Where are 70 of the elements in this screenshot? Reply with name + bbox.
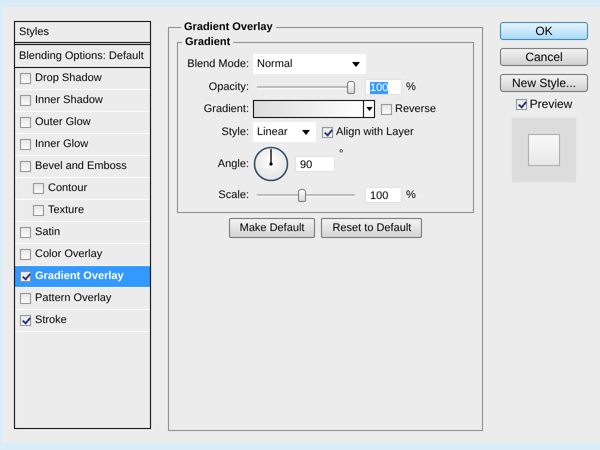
angle-dial[interactable]	[253, 146, 289, 182]
reset-default-button[interactable]: Reset to Default	[321, 218, 422, 238]
style-label: Inner Glow	[35, 137, 88, 152]
gradient-picker[interactable]	[253, 100, 375, 118]
align-checkbox[interactable]	[322, 126, 333, 138]
style-item[interactable]: Stroke	[15, 310, 150, 332]
style-label: Color Overlay	[35, 247, 102, 262]
style-item[interactable]: Satin	[15, 222, 150, 244]
style-dropdown[interactable]: Linear	[253, 122, 316, 142]
style-label: Texture	[48, 203, 84, 218]
caret-icon	[366, 107, 372, 111]
field-label: Opacity:	[208, 81, 250, 93]
style-label: Inner Shadow	[35, 93, 103, 108]
checkbox[interactable]	[20, 117, 31, 128]
checkbox-label: Align with Layer	[336, 126, 414, 138]
checkbox[interactable]	[20, 95, 31, 106]
style-label: Gradient Overlay	[35, 269, 124, 284]
slider-thumb[interactable]	[347, 80, 355, 94]
reverse-checkbox[interactable]	[381, 104, 392, 114]
styles-header: Styles	[15, 22, 150, 45]
preview-checkbox[interactable]	[516, 98, 527, 110]
checkbox[interactable]	[20, 161, 31, 172]
style-item[interactable]: Inner Glow	[15, 134, 150, 156]
caret-icon	[352, 62, 360, 66]
style-label: Contour	[48, 181, 88, 196]
style-item[interactable]: Contour	[15, 178, 150, 200]
field-label: Style:	[220, 126, 250, 138]
unit-label: °	[339, 148, 344, 160]
checkbox[interactable]	[20, 315, 31, 326]
field-label: Angle:	[216, 158, 250, 170]
field-label: Blend Mode:	[186, 58, 250, 70]
style-preview	[511, 117, 577, 183]
blend-mode-dropdown[interactable]: Normal	[253, 54, 366, 74]
style-item[interactable]: Outer Glow	[15, 112, 150, 134]
checkbox[interactable]	[20, 271, 31, 282]
checkbox[interactable]	[33, 183, 44, 194]
checkbox[interactable]	[20, 139, 31, 150]
checkbox-label: Preview	[530, 97, 572, 111]
angle-field[interactable]: 90	[295, 156, 335, 172]
group-title: Gradient	[184, 36, 232, 48]
scale-field[interactable]: 100	[365, 187, 402, 203]
field-label: Scale:	[217, 189, 250, 201]
checkbox-label: Reverse	[395, 103, 436, 115]
caret-icon	[302, 130, 310, 134]
checkbox[interactable]	[20, 293, 31, 304]
blending-options-item[interactable]: Blending Options: Default	[15, 45, 150, 68]
checkbox[interactable]	[20, 73, 31, 84]
style-label: Bevel and Emboss	[35, 159, 127, 174]
new-style-button[interactable]: New Style...	[500, 74, 588, 92]
checkbox[interactable]	[20, 249, 31, 260]
field-label: Gradient:	[202, 103, 250, 115]
style-label: Stroke	[35, 313, 67, 328]
style-item[interactable]: Drop Shadow	[15, 68, 150, 90]
section-title: Gradient Overlay	[183, 21, 274, 33]
ok-button[interactable]: OK	[500, 22, 588, 40]
unit-label: %	[406, 189, 416, 201]
checkbox[interactable]	[20, 227, 31, 238]
slider-thumb[interactable]	[298, 188, 306, 202]
unit-label: %	[406, 81, 416, 93]
cancel-button[interactable]: Cancel	[500, 48, 588, 66]
style-item[interactable]: Texture	[15, 200, 150, 222]
style-item[interactable]: Pattern Overlay	[15, 288, 150, 310]
make-default-button[interactable]: Make Default	[228, 218, 316, 238]
style-label: Satin	[35, 225, 60, 240]
style-label: Outer Glow	[35, 115, 91, 130]
style-item[interactable]: Bevel and Emboss	[15, 156, 150, 178]
checkbox[interactable]	[33, 205, 44, 216]
style-label: Drop Shadow	[35, 71, 102, 86]
style-item[interactable]: Inner Shadow	[15, 90, 150, 112]
style-label: Pattern Overlay	[35, 291, 112, 306]
